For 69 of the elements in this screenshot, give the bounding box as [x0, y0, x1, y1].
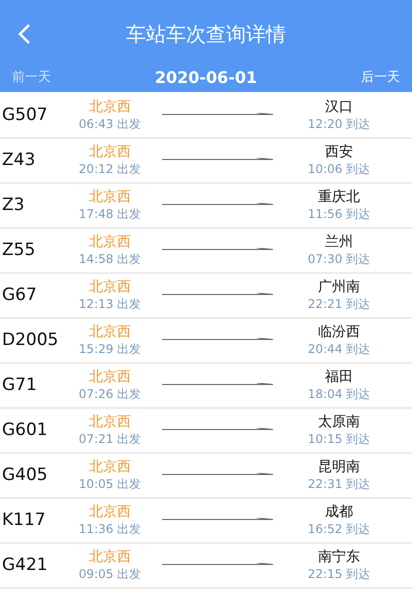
train-number: K117 — [1, 508, 47, 532]
departure-time: 07:26 出发 — [78, 386, 142, 402]
departure-time: 12:13 出发 — [78, 296, 142, 312]
departure-time: 20:12 出发 — [78, 160, 142, 178]
departure-time: 14:58 出发 — [78, 250, 142, 268]
page-title: 车站车次查询详情 — [126, 21, 286, 48]
arrival-time: 07:30 到达 — [308, 250, 370, 268]
train-row[interactable]: K117 北京西 11:36 出发 成都 16:52 到达 — [0, 499, 412, 544]
departure-station: 北京西 — [89, 458, 131, 476]
departure-station: 北京西 — [89, 188, 131, 206]
arrival-station: 西安 — [325, 144, 353, 160]
arrival-time: 12:20 到达 — [308, 116, 370, 132]
arrival-station: 昆明南 — [318, 458, 360, 476]
train-number: D2005 — [1, 328, 60, 352]
arrival-time: 16:52 到达 — [308, 520, 370, 538]
train-number: Z3 — [1, 194, 26, 217]
arrival-station: 南宁东 — [318, 548, 360, 566]
departure-time: 15:29 出发 — [78, 340, 142, 358]
train-row[interactable]: G67 北京西 12:13 出发 广州南 22:21 到达 — [0, 274, 412, 319]
train-row[interactable]: G71 北京西 07:26 出发 福田 18:04 到达 — [0, 364, 412, 409]
departure-station: 北京西 — [89, 504, 131, 520]
train-row[interactable]: D2005 北京西 15:29 出发 临汾西 20:44 到达 — [0, 319, 412, 364]
train-number: G601 — [1, 418, 49, 442]
arrival-station: 临汾西 — [318, 324, 360, 340]
arrival-station: 太原南 — [318, 414, 360, 430]
arrival-station: 广州南 — [318, 278, 360, 296]
train-row[interactable]: Z3 北京西 17:48 出发 重庆北 11:56 到达 — [0, 184, 412, 229]
arrival-time: 10:15 到达 — [308, 430, 370, 448]
departure-time: 11:36 出发 — [78, 520, 142, 538]
train-row[interactable]: G421 北京西 09:05 出发 南宁东 22:15 到达 — [0, 544, 412, 589]
departure-time: 07:21 出发 — [78, 430, 142, 448]
arrival-time: 22:15 到达 — [308, 566, 370, 582]
back-icon — [17, 23, 31, 45]
departure-station: 北京西 — [89, 324, 131, 340]
arrival-station: 兰州 — [325, 234, 353, 250]
train-row[interactable]: G405 北京西 10:05 出发 昆明南 22:31 到达 — [0, 454, 412, 499]
train-number: G421 — [1, 554, 49, 577]
departure-station: 北京西 — [89, 278, 131, 296]
departure-station: 北京西 — [89, 234, 131, 250]
departure-time: 10:05 出发 — [78, 476, 142, 492]
departure-time: 06:43 出发 — [78, 116, 142, 132]
arrival-station: 重庆北 — [318, 188, 360, 206]
train-number: G507 — [1, 104, 49, 127]
arrival-station: 成都 — [325, 504, 353, 520]
train-number: G71 — [1, 374, 38, 397]
train-number: Z43 — [1, 148, 36, 172]
departure-time: 17:48 出发 — [78, 206, 142, 222]
arrival-time: 22:31 到达 — [308, 476, 370, 492]
train-number: G405 — [1, 464, 49, 487]
train-row[interactable]: G507 北京西 06:43 出发 汉口 12:20 到达 — [0, 94, 412, 139]
departure-station: 北京西 — [89, 98, 131, 116]
departure-time: 09:05 出发 — [78, 566, 142, 582]
departure-station: 北京西 — [89, 144, 131, 160]
arrival-time: 22:21 到达 — [308, 296, 370, 312]
train-row[interactable]: G601 北京西 07:21 出发 太原南 10:15 到达 — [0, 409, 412, 454]
train-number: G67 — [1, 284, 38, 307]
departure-station: 北京西 — [89, 414, 131, 430]
arrival-station: 福田 — [325, 368, 353, 386]
train-row[interactable]: Z55 北京西 14:58 出发 兰州 07:30 到达 — [0, 229, 412, 274]
arrival-time: 20:44 到达 — [308, 340, 370, 358]
arrival-station: 汉口 — [325, 98, 353, 116]
date-label: 2020-06-01 — [154, 67, 258, 89]
departure-station: 北京西 — [89, 548, 131, 566]
train-row[interactable]: Z43 北京西 20:12 出发 西安 10:06 到达 — [0, 139, 412, 184]
departure-station: 北京西 — [89, 368, 131, 386]
train-number: Z55 — [1, 238, 36, 262]
arrival-time: 11:56 到达 — [308, 206, 370, 222]
arrival-time: 10:06 到达 — [308, 160, 370, 178]
arrival-time: 18:04 到达 — [308, 386, 370, 402]
